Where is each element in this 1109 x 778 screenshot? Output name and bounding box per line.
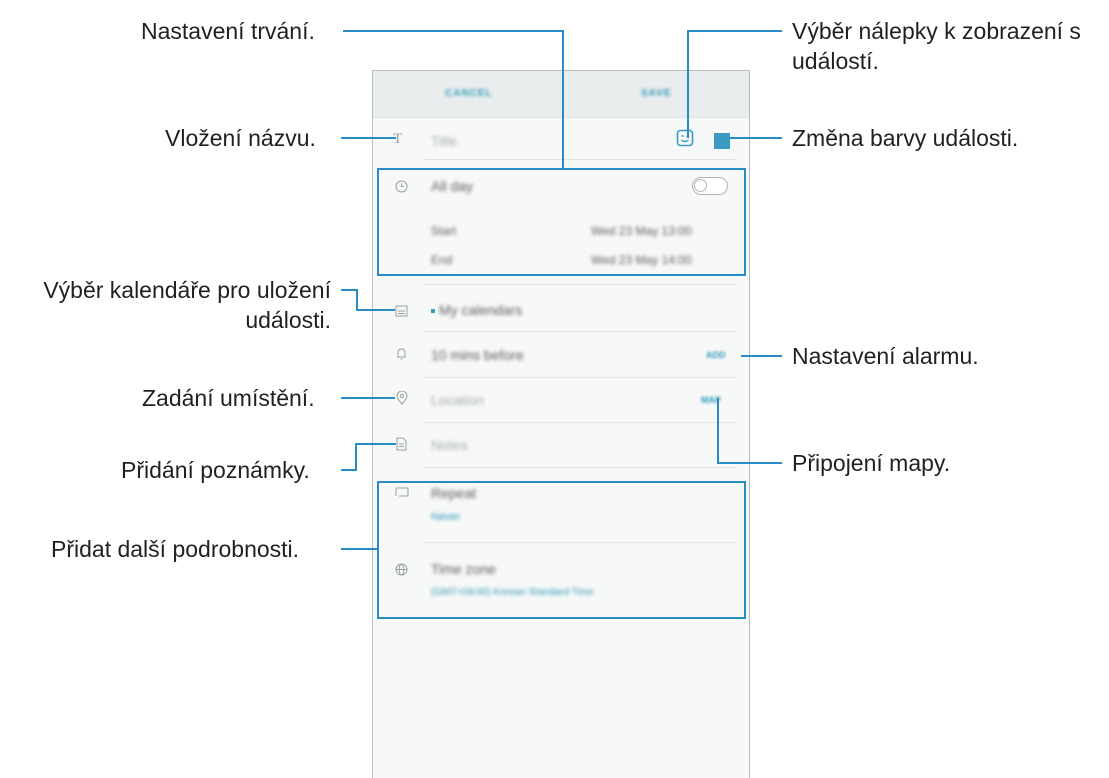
callout-note: Přidání poznámky. (121, 457, 310, 483)
callout-duration: Nastavení trvání. (141, 18, 315, 44)
callout-map: Připojení mapy. (792, 450, 951, 476)
callout-calendar-line2: události. (245, 307, 331, 333)
callout-color: Změna barvy události. (792, 125, 1019, 151)
callout-more-details: Přidat další podrobnosti. (51, 536, 300, 562)
callout-calendar-line1: Výběr kalendáře pro uložení (43, 277, 331, 303)
callout-location: Zadání umístění. (142, 385, 315, 411)
callout-title: Vložení názvu. (165, 125, 316, 151)
callout-sticker-line2: událostí. (792, 48, 879, 74)
callout-sticker-line1: Výběr nálepky k zobrazení s (792, 18, 1081, 44)
callout-alarm: Nastavení alarmu. (792, 343, 979, 369)
